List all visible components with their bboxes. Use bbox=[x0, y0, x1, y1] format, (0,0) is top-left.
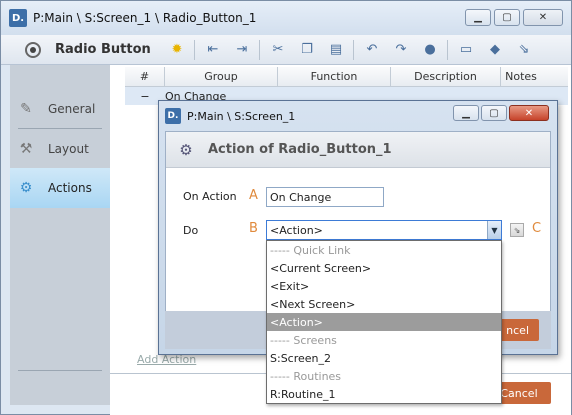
marker-b: B bbox=[249, 221, 258, 236]
toolbar-divider bbox=[259, 39, 260, 60]
dialog-minimize-button[interactable]: ▁ bbox=[453, 105, 479, 121]
dialog-title: P:Main \ S:Screen_1 bbox=[187, 109, 296, 123]
toolbar-title: Radio Button bbox=[55, 42, 151, 57]
on-action-label: On Action bbox=[183, 190, 237, 203]
toolbar: Radio Button ✹ ⇤ ⇥ ✂ ❐ ▤ ↶ ↷ ● ▭ ◆ ⇘ bbox=[1, 35, 571, 65]
toolbar-divider bbox=[194, 39, 195, 60]
column-header[interactable]: # bbox=[125, 67, 165, 86]
dropdown-group-header: ----- Screens bbox=[270, 333, 337, 347]
do-select-value: <Action> bbox=[270, 223, 323, 237]
dropdown-item[interactable]: <Exit> bbox=[267, 277, 501, 295]
copy-icon[interactable]: ❐ bbox=[296, 39, 318, 61]
sidebar: ✎ General ⚒ Layout ⚙ Actions bbox=[10, 65, 110, 405]
dropdown-item[interactable]: R:Routine_1 bbox=[267, 385, 501, 403]
wrench-icon: ⚒ bbox=[19, 141, 33, 157]
minimize-button[interactable]: ▁ bbox=[465, 9, 491, 26]
arrow-icon[interactable]: ⇘ bbox=[513, 39, 535, 61]
app-logo-icon: D. bbox=[165, 108, 181, 124]
marker-c: C bbox=[532, 221, 542, 236]
arrow-icon[interactable]: ⇘ bbox=[510, 223, 524, 237]
sidebar-item-general[interactable]: ✎ General bbox=[10, 89, 110, 129]
close-button[interactable]: ✕ bbox=[523, 9, 563, 26]
dropdown-group-header: ----- Quick Link bbox=[270, 243, 351, 257]
dialog-header-title: Action of Radio_Button_1 bbox=[208, 142, 392, 157]
sidebar-item-label: General bbox=[48, 102, 96, 116]
undo-icon[interactable]: ↶ bbox=[361, 39, 383, 61]
toolbar-divider bbox=[447, 39, 448, 60]
marker-a: A bbox=[249, 188, 258, 203]
gears-icon: ⚙ bbox=[19, 180, 33, 196]
indent-icon[interactable]: ⇥ bbox=[231, 39, 253, 61]
gear-icon: ⚙ bbox=[179, 140, 193, 159]
table-header: # Group Function Description Notes bbox=[125, 67, 568, 87]
sidebar-item-layout[interactable]: ⚒ Layout bbox=[10, 129, 110, 169]
column-header[interactable]: Group bbox=[165, 67, 278, 86]
cut-icon[interactable]: ✂ bbox=[267, 39, 289, 61]
radio-button-icon bbox=[25, 41, 41, 58]
maximize-button[interactable]: ▢ bbox=[494, 9, 520, 26]
redo-icon[interactable]: ↷ bbox=[390, 39, 412, 61]
paste-icon[interactable]: ▤ bbox=[325, 39, 347, 61]
dropdown-item[interactable]: S:Screen_2 bbox=[267, 349, 501, 367]
column-header[interactable]: Notes bbox=[501, 67, 541, 86]
column-header[interactable]: Function bbox=[278, 67, 391, 86]
column-header[interactable]: Description bbox=[391, 67, 501, 86]
dialog-close-button[interactable]: ✕ bbox=[509, 105, 549, 121]
dropdown-item[interactable]: <Next Screen> bbox=[267, 295, 501, 313]
speech-bubble-icon[interactable]: ▭ bbox=[455, 39, 477, 61]
do-label: Do bbox=[183, 224, 199, 237]
outdent-icon[interactable]: ⇤ bbox=[202, 39, 224, 61]
sidebar-item-label: Actions bbox=[48, 181, 92, 195]
action-dropdown-list: ----- Quick Link <Current Screen> <Exit>… bbox=[266, 240, 502, 404]
app-logo-icon: D. bbox=[9, 9, 27, 27]
sidebar-item-actions[interactable]: ⚙ Actions bbox=[10, 168, 110, 208]
dialog-title-bar: D. P:Main \ S:Screen_1 ▁ ▢ ✕ bbox=[159, 101, 557, 131]
dropdown-item-selected[interactable]: <Action> bbox=[267, 313, 501, 331]
toolbar-divider bbox=[353, 39, 354, 60]
lightbulb-icon[interactable]: ✹ bbox=[166, 39, 188, 61]
dialog-header: ⚙ Action of Radio_Button_1 bbox=[166, 132, 550, 168]
title-bar: D. P:Main \ S:Screen_1 \ Radio_Button_1 … bbox=[1, 1, 571, 35]
chevron-down-icon[interactable]: ▼ bbox=[487, 221, 501, 239]
sidebar-item-label: Layout bbox=[48, 142, 89, 156]
comment-icon[interactable]: ● bbox=[419, 39, 441, 61]
sidebar-divider bbox=[18, 370, 102, 371]
dialog-maximize-button[interactable]: ▢ bbox=[481, 105, 507, 121]
pencil-icon: ✎ bbox=[20, 101, 32, 117]
diamond-icon[interactable]: ◆ bbox=[484, 39, 506, 61]
do-select[interactable]: <Action> ▼ bbox=[266, 220, 502, 240]
dropdown-item[interactable]: <Current Screen> bbox=[267, 259, 501, 277]
window-title: P:Main \ S:Screen_1 \ Radio_Button_1 bbox=[33, 11, 257, 25]
on-action-field[interactable]: On Change bbox=[266, 187, 384, 207]
dropdown-group-header: ----- Routines bbox=[270, 369, 342, 383]
